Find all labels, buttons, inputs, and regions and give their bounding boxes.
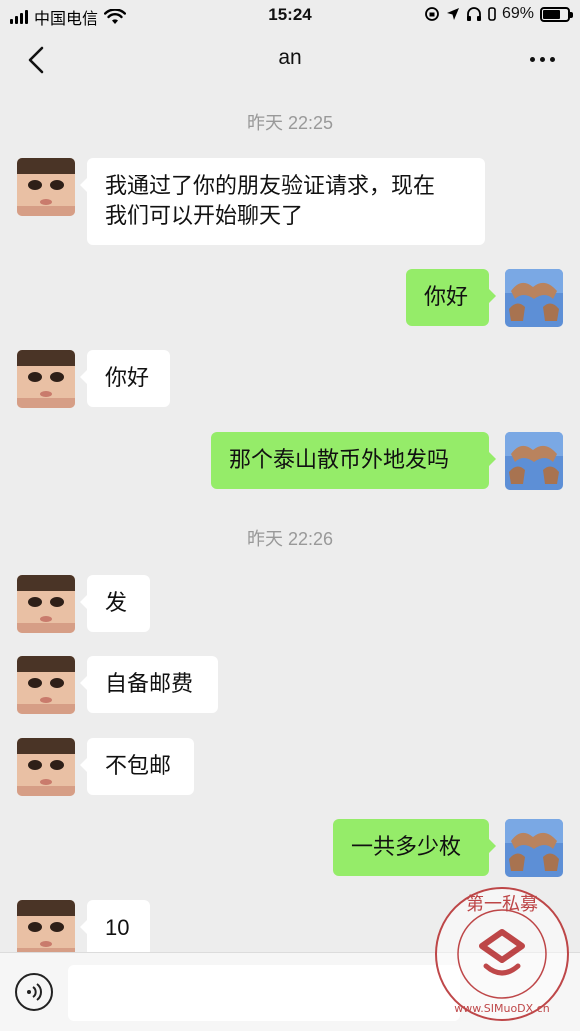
message-bubble-incoming[interactable]: 不包邮: [80, 738, 194, 795]
more-dots-icon[interactable]: [524, 44, 560, 74]
watermark-title: 第一私募: [466, 894, 538, 915]
battery-level: [543, 9, 560, 19]
message-bubble-incoming[interactable]: 发: [80, 575, 150, 632]
contact-avatar[interactable]: [17, 738, 75, 796]
watermark-url: www.SIMuoDX.cn: [454, 1002, 549, 1015]
contact-avatar[interactable]: [17, 158, 75, 216]
user-avatar[interactable]: [505, 269, 563, 327]
user-avatar[interactable]: [505, 432, 563, 490]
message-bubble-incoming[interactable]: 你好: [80, 350, 170, 407]
timestamp: 昨天 22:25: [246, 113, 334, 133]
battery-percent: 69%: [501, 5, 534, 22]
watermark-seal: 第一私募 www.SIMuoDX.cn: [435, 887, 569, 1021]
message-bubble-incoming[interactable]: 自备邮费: [80, 656, 218, 713]
message-bubble-outgoing[interactable]: 一共多少枚: [333, 819, 496, 876]
voice-icon[interactable]: [15, 973, 53, 1011]
message-bubble-incoming[interactable]: 10: [80, 900, 150, 957]
timestamp: 昨天 22:26: [246, 529, 334, 549]
message-bubble-incoming[interactable]: 我通过了你的朋友验证请求，现在 我们可以开始聊天了: [80, 158, 485, 245]
headphones-icon: [466, 7, 481, 21]
rotation-lock-icon: [425, 7, 439, 21]
message-bubble-outgoing[interactable]: 那个泰山散币外地发吗: [211, 432, 496, 489]
battery-icon: [540, 6, 573, 22]
status-bar: 中国电信 15:24 69%: [0, 0, 580, 30]
contact-avatar[interactable]: [17, 656, 75, 714]
contact-avatar[interactable]: [17, 575, 75, 633]
alarm-icon: [488, 7, 496, 21]
location-icon: [446, 8, 459, 20]
contact-avatar[interactable]: [17, 900, 75, 958]
chat-header: an: [0, 30, 580, 90]
message-input[interactable]: [68, 965, 460, 1021]
user-avatar[interactable]: [505, 819, 563, 877]
message-bubble-outgoing[interactable]: 你好: [406, 269, 496, 326]
contact-avatar[interactable]: [17, 350, 75, 408]
chat-title: an: [278, 46, 302, 69]
